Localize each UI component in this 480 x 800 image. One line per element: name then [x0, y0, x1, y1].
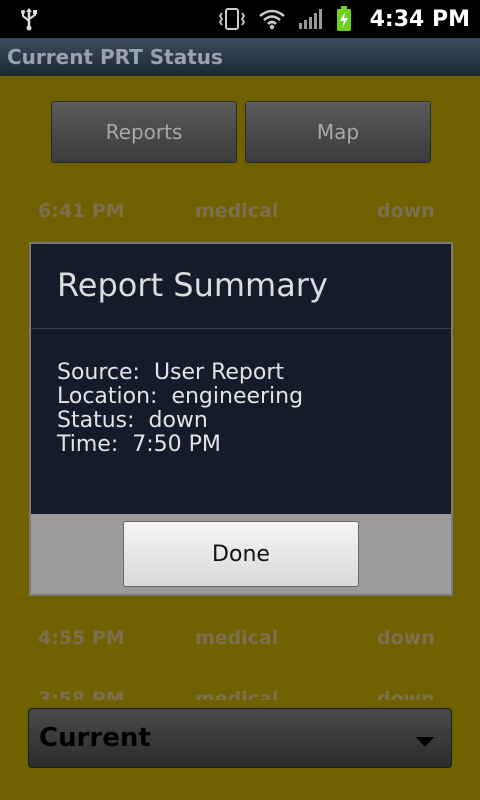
- list-item[interactable]: 3:58 PM medical down: [0, 688, 480, 700]
- dialog-divider: [31, 328, 451, 329]
- clock-time: 4:34 PM: [369, 6, 470, 32]
- row-location: medical: [195, 688, 279, 700]
- list-item[interactable]: 6:41 PM medical down: [0, 200, 480, 240]
- row-status: down: [377, 688, 435, 700]
- row-time: 4:55 PM: [38, 627, 125, 649]
- dialog-time-line: Time: 7:50 PM: [57, 432, 221, 457]
- row-status: down: [377, 627, 435, 649]
- row-location: medical: [195, 200, 279, 222]
- vibrate-icon: [218, 7, 246, 31]
- wifi-icon: [258, 8, 286, 30]
- filter-dropdown[interactable]: Current: [28, 708, 452, 768]
- app-title: Current PRT Status: [7, 45, 223, 69]
- row-location: medical: [195, 627, 279, 649]
- row-status: down: [377, 200, 435, 222]
- dialog-status-line: Status: down: [57, 408, 208, 433]
- dialog-button-bar: Done: [31, 514, 451, 594]
- dialog-title: Report Summary: [57, 266, 328, 304]
- dialog-location-line: Location: engineering: [57, 384, 304, 409]
- row-time: 3:58 PM: [38, 688, 125, 700]
- filter-selected-value: Current: [39, 723, 151, 753]
- dropdown-arrow-icon: [415, 733, 435, 752]
- status-bar: 4:34 PM: [0, 0, 480, 38]
- list-item[interactable]: 4:55 PM medical down: [0, 627, 480, 667]
- report-summary-dialog: Report Summary Source: User Report Locat…: [29, 242, 453, 596]
- signal-icon: [298, 8, 324, 30]
- app-title-bar: Current PRT Status: [0, 38, 480, 76]
- dialog-body: Source: User Report Location: engineerin…: [57, 361, 303, 457]
- done-button[interactable]: Done: [123, 521, 359, 587]
- dialog-source-line: Source: User Report: [57, 360, 285, 385]
- battery-charging-icon: [336, 6, 352, 32]
- usb-icon: [18, 7, 40, 31]
- reports-button[interactable]: Reports: [51, 101, 237, 163]
- map-button[interactable]: Map: [245, 101, 431, 163]
- row-time: 6:41 PM: [38, 200, 125, 222]
